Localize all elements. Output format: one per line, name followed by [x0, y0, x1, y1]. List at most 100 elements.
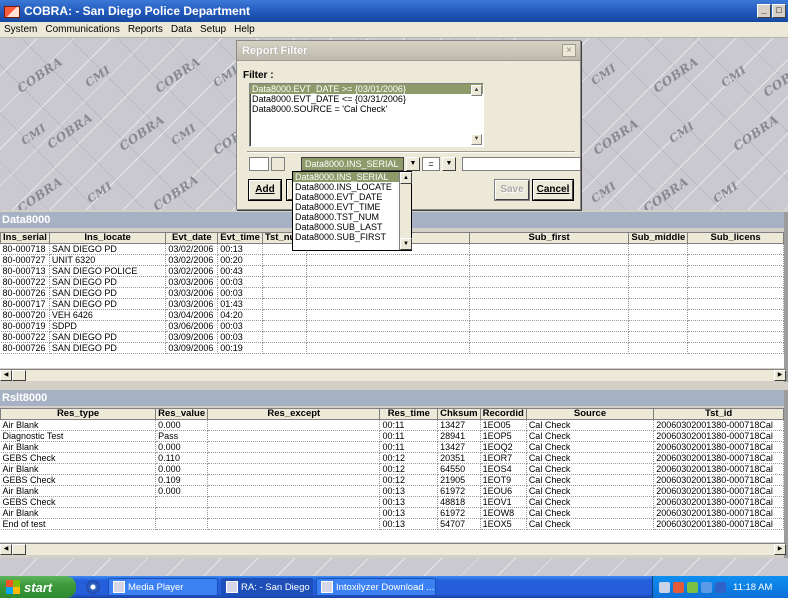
- table-cell[interactable]: 00:03: [217, 276, 263, 288]
- table-cell[interactable]: 03/04/2006: [165, 309, 219, 321]
- table-cell[interactable]: 03/09/2006: [165, 342, 219, 354]
- table-cell[interactable]: 80-000713: [0, 265, 50, 277]
- filter-list-scroll-up-icon[interactable]: ▲: [471, 85, 482, 96]
- table-cell[interactable]: 20060302001380-000718Cal: [653, 507, 784, 519]
- table-cell[interactable]: 1EOP5: [480, 430, 527, 442]
- table-cell[interactable]: [628, 298, 689, 310]
- table-cell[interactable]: 80-000717: [0, 298, 50, 310]
- dialog-title-bar[interactable]: Report Filter: [237, 41, 580, 61]
- table-cell[interactable]: [155, 507, 209, 519]
- table-row[interactable]: 80-000720 VEH 6426 03/04/2006 04:20: [0, 309, 784, 321]
- table-cell[interactable]: End of test: [0, 518, 157, 530]
- filter-item[interactable]: Data8000.SOURCE = 'Cal Check': [250, 104, 483, 114]
- field-dropdown-chevron-icon[interactable]: ▼: [406, 157, 420, 171]
- field-option[interactable]: Data8000.EVT_TIME: [293, 202, 399, 212]
- column-header[interactable]: Chksum: [437, 408, 481, 420]
- table-cell[interactable]: [262, 287, 307, 299]
- table-cell[interactable]: Pass: [155, 430, 209, 442]
- table-cell[interactable]: 00:13: [379, 496, 439, 508]
- table-cell[interactable]: 20060302001380-000718Cal: [653, 518, 784, 530]
- table-cell[interactable]: 03/02/2006: [165, 265, 219, 277]
- table-cell[interactable]: Cal Check: [526, 496, 655, 508]
- table-cell[interactable]: 03/02/2006: [165, 254, 219, 266]
- table-cell[interactable]: 00:13: [217, 243, 263, 255]
- table-cell[interactable]: GEBS Check: [0, 496, 157, 508]
- table-cell[interactable]: 80-000726: [0, 342, 50, 354]
- table-cell[interactable]: Cal Check: [526, 430, 655, 442]
- paren-open-box[interactable]: [249, 157, 269, 171]
- table-cell[interactable]: 00:11: [379, 441, 439, 453]
- table-cell[interactable]: [687, 320, 784, 332]
- table-cell[interactable]: Air Blank: [0, 419, 157, 431]
- table-cell[interactable]: [207, 441, 381, 453]
- task-intoxilyzer-download[interactable]: Intoxilyzer Download ...: [316, 578, 436, 596]
- column-header[interactable]: Res_type: [0, 408, 157, 420]
- table-cell[interactable]: [262, 320, 307, 332]
- table-cell[interactable]: [306, 276, 470, 288]
- table-cell[interactable]: 80-000719: [0, 320, 50, 332]
- field-select[interactable]: Data8000.INS_SERIAL: [301, 157, 404, 171]
- table-cell[interactable]: 61972: [437, 507, 481, 519]
- table-row[interactable]: Air Blank 0.000 00:11 13427 1EO05 Cal Check 20…: [0, 419, 784, 431]
- scroll-thumb[interactable]: [12, 544, 26, 555]
- table-cell[interactable]: 0.110: [155, 452, 209, 464]
- menu-help[interactable]: Help: [230, 24, 259, 35]
- table-row[interactable]: Diagnostic Test Pass 00:11 28941 1EOP5 Cal Ch…: [0, 430, 784, 442]
- table-cell[interactable]: Cal Check: [526, 507, 655, 519]
- table-row[interactable]: GEBS Check 00:13 48818 1EOV1 Cal Check 200603…: [0, 496, 784, 508]
- table-cell[interactable]: 20060302001380-000718Cal: [653, 496, 784, 508]
- menu-setup[interactable]: Setup: [196, 24, 230, 35]
- table-cell[interactable]: [628, 287, 689, 299]
- table-row[interactable]: 80-000719 SDPD 03/06/2006 00:03: [0, 320, 784, 332]
- table-cell[interactable]: [262, 276, 307, 288]
- table-cell[interactable]: Cal Check: [526, 452, 655, 464]
- logic-box[interactable]: [271, 157, 285, 171]
- table-cell[interactable]: 0.000: [155, 419, 209, 431]
- table-cell[interactable]: 00:03: [217, 287, 263, 299]
- table-cell[interactable]: 03/03/2006: [165, 276, 219, 288]
- table-cell[interactable]: [469, 265, 630, 277]
- table-cell[interactable]: 00:13: [379, 507, 439, 519]
- table-cell[interactable]: [306, 320, 470, 332]
- table-cell[interactable]: [628, 276, 689, 288]
- table-cell[interactable]: 20060302001380-000718Cal: [653, 485, 784, 497]
- table-cell[interactable]: [628, 243, 689, 255]
- table-cell[interactable]: [628, 254, 689, 266]
- field-dropdown-list[interactable]: Data8000.INS_SERIAL Data8000.INS_LOCATE …: [292, 171, 412, 251]
- table-cell[interactable]: 1EOU6: [480, 485, 527, 497]
- table-cell[interactable]: [262, 331, 307, 343]
- table-cell[interactable]: [687, 265, 784, 277]
- table-cell[interactable]: Cal Check: [526, 419, 655, 431]
- table-cell[interactable]: 0.000: [155, 485, 209, 497]
- table-cell[interactable]: [207, 507, 381, 519]
- table-cell[interactable]: GEBS Check: [0, 452, 157, 464]
- table-cell[interactable]: [628, 265, 689, 277]
- table-cell[interactable]: 21905: [437, 474, 481, 486]
- table-cell[interactable]: [306, 309, 470, 321]
- table-row[interactable]: End of test 00:13 54707 1EOX5 Cal Check 20060…: [0, 518, 784, 530]
- table-cell[interactable]: SAN DIEGO PD: [49, 298, 167, 310]
- table-cell[interactable]: 0.000: [155, 463, 209, 475]
- table-cell[interactable]: [469, 254, 630, 266]
- table-cell[interactable]: 03/09/2006: [165, 331, 219, 343]
- table-cell[interactable]: VEH 6426: [49, 309, 167, 321]
- table-row[interactable]: Air Blank 00:13 61972 1EOW8 Cal Check 2006030…: [0, 507, 784, 519]
- field-option[interactable]: Data8000.INS_SERIAL: [293, 172, 399, 182]
- network-tray-icon[interactable]: [659, 581, 670, 593]
- table-cell[interactable]: [306, 342, 470, 354]
- field-option[interactable]: Data8000.SUB_FIRST: [293, 232, 399, 242]
- filter-item[interactable]: Data8000.EVT_DATE >= {03/01/2006}: [250, 84, 483, 94]
- update-tray-icon[interactable]: [687, 581, 698, 593]
- column-header[interactable]: Ins_serial: [0, 232, 50, 244]
- column-header[interactable]: Sub_licens: [687, 232, 784, 244]
- table-cell[interactable]: 00:20: [217, 254, 263, 266]
- table-cell[interactable]: 80-000726: [0, 287, 50, 299]
- table-cell[interactable]: 20060302001380-000718Cal: [653, 474, 784, 486]
- table-cell[interactable]: 20060302001380-000718Cal: [653, 452, 784, 464]
- table-cell[interactable]: SDPD: [49, 320, 167, 332]
- table-cell[interactable]: 00:19: [217, 342, 263, 354]
- table-cell[interactable]: [687, 254, 784, 266]
- dropdown-scrollbar[interactable]: ▲ ▼: [399, 172, 412, 250]
- table-cell[interactable]: 80-000722: [0, 276, 50, 288]
- field-option[interactable]: Data8000.TST_NUM: [293, 212, 399, 222]
